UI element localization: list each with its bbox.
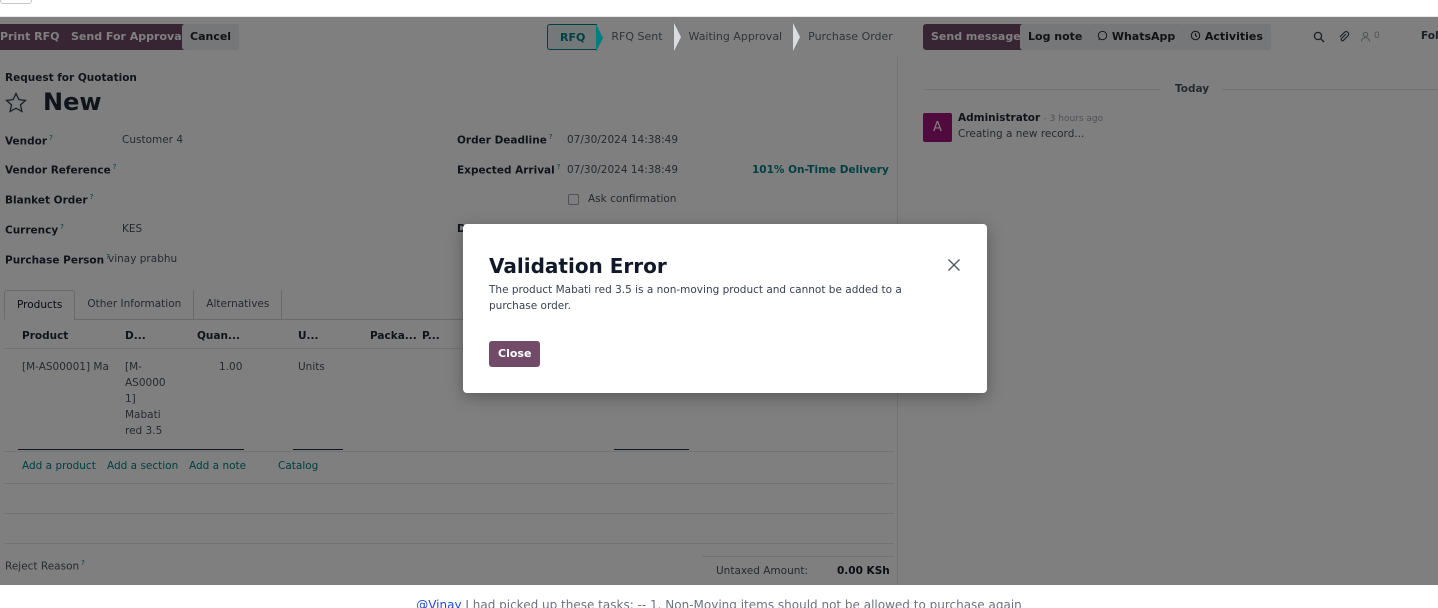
dialog-message: The product Mabati red 3.5 is a non-movi… bbox=[489, 284, 902, 312]
toolbar-fragment bbox=[0, 0, 32, 4]
footer-mention[interactable]: @Vinay bbox=[416, 598, 461, 608]
footer-text: I had picked up these tasks: -- 1. Non-M… bbox=[461, 598, 1022, 608]
dialog-close-button[interactable]: Close bbox=[489, 341, 541, 367]
top-strip bbox=[0, 0, 1438, 17]
stage-arrow bbox=[673, 23, 681, 51]
stage-arrow bbox=[793, 23, 801, 51]
dialog-title: Validation Error bbox=[489, 254, 667, 278]
validation-error-dialog: Validation Error The product Mabati red … bbox=[463, 224, 987, 393]
stage-arrow bbox=[596, 24, 604, 52]
close-icon[interactable] bbox=[945, 256, 963, 274]
footer-caption: @Vinay I had picked up these tasks: -- 1… bbox=[0, 585, 1438, 608]
